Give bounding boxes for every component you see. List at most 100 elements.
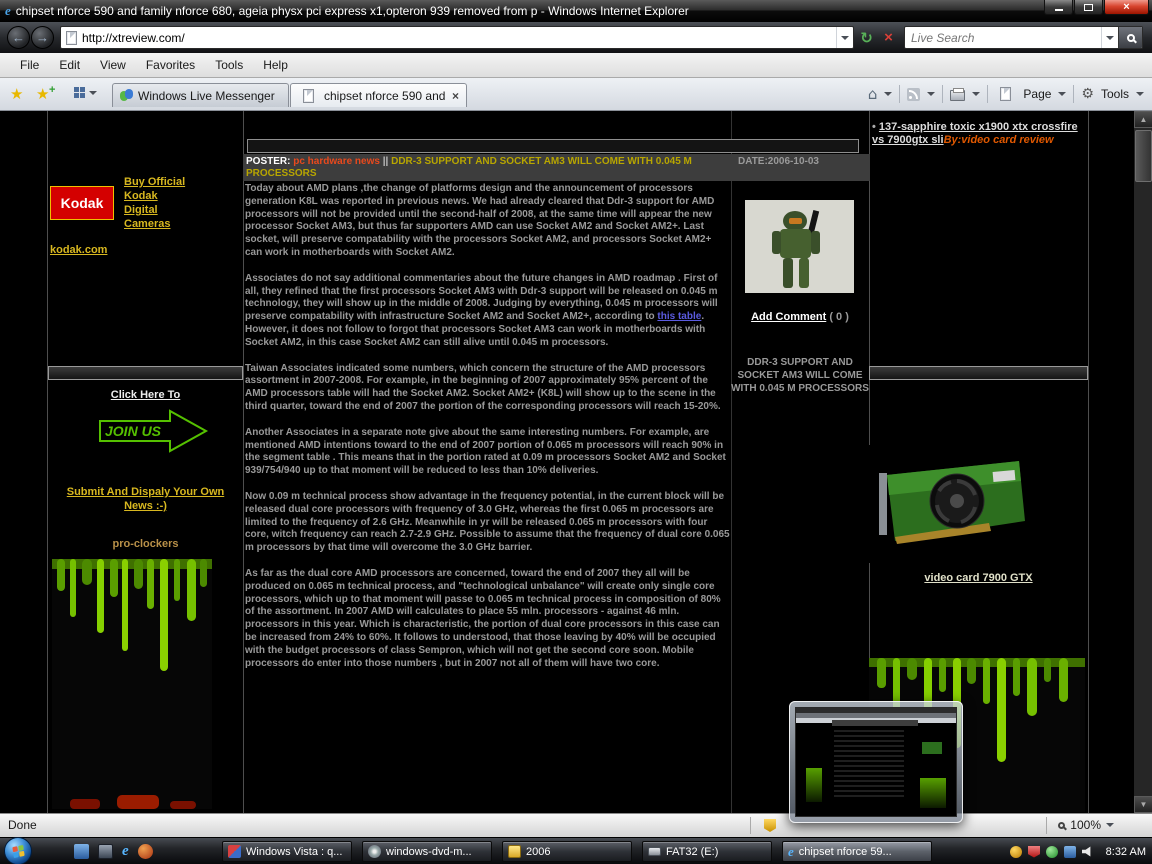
add-favorite-button[interactable]: ★: [36, 86, 49, 103]
video-card-image: [869, 445, 1030, 563]
address-bar[interactable]: [60, 26, 854, 49]
navigation-bar: ← → ↻ ×: [0, 22, 1152, 53]
gear-icon: ⚙: [1081, 86, 1094, 102]
feeds-button[interactable]: [907, 88, 920, 101]
pro-clockers-link[interactable]: pro-clockers: [48, 538, 243, 550]
tab-label: Windows Live Messenger: [138, 89, 281, 103]
taskbar-button-label: chipset nforce 59...: [799, 846, 892, 858]
zoom-icon: [1058, 822, 1065, 829]
forward-button[interactable]: →: [31, 26, 54, 49]
volume-tray-icon[interactable]: [1082, 846, 1094, 858]
home-dropdown-icon[interactable]: [884, 92, 892, 96]
scrollbar-thumb[interactable]: [1135, 130, 1152, 182]
tab-close-icon[interactable]: ×: [452, 89, 459, 103]
tab-windows-live-messenger[interactable]: Windows Live Messenger: [112, 83, 289, 107]
submit-news-link[interactable]: Submit And Dispaly Your Own News :-): [58, 485, 233, 513]
messenger-icon: [120, 89, 133, 102]
join-us-banner[interactable]: JOIN US: [94, 405, 210, 457]
start-button[interactable]: [4, 837, 32, 864]
taskbar-button-dvd-maker[interactable]: windows-dvd-m...: [362, 841, 492, 862]
kodak-logo[interactable]: Kodak: [50, 186, 114, 220]
kodak-site-link[interactable]: kodak.com: [50, 244, 107, 256]
page-dropdown-icon[interactable]: [1058, 92, 1066, 96]
video-card-link[interactable]: video card 7900 GTX: [869, 572, 1088, 584]
menu-help[interactable]: Help: [253, 55, 298, 75]
tools-menu-button[interactable]: Tools: [1101, 87, 1129, 101]
close-button[interactable]: ×: [1104, 0, 1149, 15]
address-dropdown-button[interactable]: [836, 27, 853, 48]
title-bar: e chipset nforce 590 and family nforce 6…: [0, 0, 1152, 22]
kodak-ad-link[interactable]: Buy Official: [124, 175, 185, 189]
taskbar-thumbnail-preview[interactable]: [789, 701, 963, 823]
click-here-link[interactable]: Click Here To: [48, 389, 243, 401]
kodak-ad[interactable]: Kodak Buy Official Kodak Digital Cameras…: [50, 175, 242, 256]
chevron-down-icon: [1106, 823, 1114, 827]
feeds-dropdown-icon[interactable]: [927, 92, 935, 96]
stop-icon: ×: [884, 29, 893, 46]
news-byline: By:video card review: [944, 134, 1054, 146]
tools-dropdown-icon[interactable]: [1136, 92, 1144, 96]
separator: [750, 817, 751, 834]
scroll-down-button[interactable]: ▼: [1134, 796, 1152, 813]
add-comment-link[interactable]: Add Comment: [751, 311, 826, 323]
taskbar-button-fat32-drive[interactable]: FAT32 (E:): [642, 841, 772, 862]
header-separator: ||: [383, 156, 389, 167]
zoom-control[interactable]: 100%: [1058, 818, 1114, 832]
scroll-up-button[interactable]: ▲: [1134, 111, 1152, 128]
taskbar-button-windows-vista[interactable]: Windows Vista : q...: [222, 841, 352, 862]
search-input[interactable]: [905, 31, 1101, 45]
update-tray-icon[interactable]: [1010, 846, 1022, 858]
kodak-ad-link[interactable]: Cameras: [124, 217, 185, 231]
menu-view[interactable]: View: [90, 55, 136, 75]
separator: [899, 85, 900, 103]
document-icon: [228, 845, 241, 858]
menu-file[interactable]: File: [10, 55, 49, 75]
maximize-button[interactable]: [1074, 0, 1103, 15]
taskbar-button-label: Windows Vista : q...: [246, 846, 342, 858]
refresh-button[interactable]: ↻: [856, 26, 877, 49]
kodak-ad-link[interactable]: Digital: [124, 203, 185, 217]
window-title: chipset nforce 590 and family nforce 680…: [16, 4, 689, 18]
menu-favorites[interactable]: Favorites: [136, 55, 205, 75]
menu-tools[interactable]: Tools: [205, 55, 253, 75]
kodak-ad-link[interactable]: Kodak: [124, 189, 185, 203]
internet-explorer-icon[interactable]: e: [122, 844, 129, 859]
messenger-tray-icon[interactable]: [1046, 846, 1058, 858]
search-dropdown-button[interactable]: [1101, 27, 1118, 48]
taskbar-button-2006-folder[interactable]: 2006: [502, 841, 632, 862]
page-favicon-icon: [66, 31, 77, 45]
page-content: Kodak Buy Official Kodak Digital Cameras…: [0, 111, 1152, 813]
sidebar-section-bar: [869, 366, 1088, 380]
tab-label: chipset nforce 590 and ...: [324, 89, 447, 103]
page-menu-button[interactable]: Page: [1023, 87, 1051, 101]
taskbar-button-chipset-nforce[interactable]: e chipset nforce 59...: [782, 841, 932, 862]
bullet-icon: •: [872, 121, 876, 133]
search-go-button[interactable]: [1118, 27, 1142, 48]
search-box[interactable]: [904, 26, 1143, 49]
halo-soldier-image: [745, 200, 854, 293]
address-input[interactable]: [82, 31, 836, 45]
menu-edit[interactable]: Edit: [49, 55, 90, 75]
network-tray-icon[interactable]: [1064, 846, 1076, 858]
favorites-center-button[interactable]: ★: [10, 85, 23, 103]
security-alert-tray-icon[interactable]: [1028, 846, 1040, 858]
quick-launch: e: [74, 838, 153, 864]
browser-quicklaunch-icon[interactable]: [138, 844, 153, 859]
vertical-scrollbar[interactable]: ▲ ▼: [1133, 111, 1152, 813]
chevron-down-icon: [841, 36, 849, 40]
maximize-icon: [1084, 4, 1093, 11]
print-dropdown-icon[interactable]: [972, 92, 980, 96]
tab-chipset-nforce[interactable]: chipset nforce 590 and ... ×: [290, 83, 467, 107]
back-button[interactable]: ←: [7, 26, 30, 49]
stop-button[interactable]: ×: [878, 26, 899, 49]
switch-windows-icon[interactable]: [98, 844, 113, 859]
quick-tabs-button[interactable]: [74, 87, 97, 98]
minimize-button[interactable]: [1044, 0, 1073, 15]
taskbar-clock[interactable]: 8:32 AM: [1106, 838, 1146, 864]
home-button[interactable]: ⌂: [868, 85, 878, 103]
show-desktop-icon[interactable]: [74, 844, 89, 859]
this-table-link[interactable]: this table: [657, 311, 701, 322]
print-button[interactable]: [950, 90, 965, 101]
page-icon: [303, 89, 314, 103]
poster-name-link[interactable]: pc hardware news: [293, 156, 380, 167]
